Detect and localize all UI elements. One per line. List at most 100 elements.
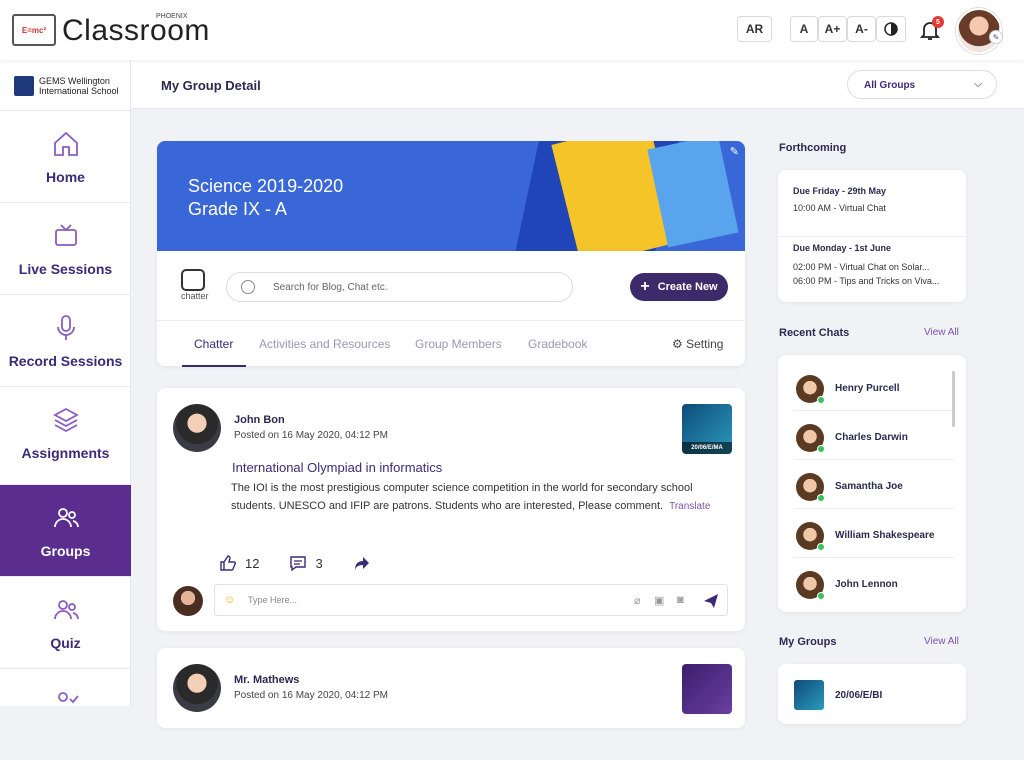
forthcoming-item[interactable]: 06:00 PM - Tips and Tricks on Viva...	[793, 276, 939, 286]
sidebar-item-home[interactable]: Home	[0, 110, 131, 202]
sidebar-item-groups[interactable]: Groups	[0, 484, 131, 576]
chat-item[interactable]: William Shakespeare	[794, 510, 954, 558]
recent-chats-card: Henry Purcell Charles Darwin Samantha Jo…	[778, 355, 966, 612]
like-icon[interactable]	[219, 554, 237, 572]
font-decrease-button[interactable]: A-	[847, 16, 876, 42]
page-header: My Group Detail All Groups ⌵	[131, 60, 1024, 109]
school-logo: GEMS Wellington International School	[14, 74, 124, 98]
tab-group-members[interactable]: Group Members	[415, 337, 502, 351]
top-bar: E=mc² Classroom PHOENIX AR A A+ A- 5 ✎	[0, 0, 1024, 60]
school-crest-icon	[14, 76, 34, 96]
sidebar-item-more[interactable]	[0, 668, 131, 760]
divider	[778, 236, 966, 237]
school-name-line2: International School	[39, 86, 119, 96]
my-groups-view-all-link[interactable]: View All	[924, 636, 959, 647]
online-status-dot	[817, 543, 825, 551]
forthcoming-item[interactable]: 10:00 AM - Virtual Chat	[793, 203, 886, 213]
post-author-name[interactable]: Mr. Mathews	[234, 674, 299, 686]
chat-contact-name: Samantha Joe	[835, 481, 903, 492]
chat-item[interactable]: Samantha Joe	[794, 461, 954, 509]
group-toolbar: chatter Search for Blog, Chat etc. + Cre…	[157, 251, 745, 367]
post-stats: 12 3	[219, 554, 371, 572]
sidebar-item-live-sessions[interactable]: Live Sessions	[0, 202, 131, 294]
setting-button[interactable]: ⚙ Setting	[672, 337, 723, 351]
post-date: Posted on 16 May 2020, 04:12 PM	[234, 430, 388, 441]
translate-link[interactable]: Translate	[669, 501, 710, 512]
chat-item[interactable]: Henry Purcell	[794, 363, 954, 411]
chat-list-scrollbar[interactable]	[952, 371, 955, 427]
chat-item[interactable]: John Lennon	[794, 559, 954, 607]
online-status-dot	[817, 396, 825, 404]
post-group-label: 20/06/E/MA	[682, 442, 732, 454]
my-groups-card: 20/06/E/BI	[778, 664, 966, 724]
post-card: John Bon Posted on 16 May 2020, 04:12 PM…	[157, 388, 745, 631]
chat-contact-name: Charles Darwin	[835, 432, 908, 443]
create-new-label: Create New	[657, 281, 718, 293]
chatter-icon[interactable]	[181, 269, 205, 291]
chat-contact-name: Henry Purcell	[835, 383, 900, 394]
chat-contact-name: John Lennon	[835, 579, 898, 590]
post-group-thumbnail[interactable]: 20/06/E/MA	[682, 404, 732, 454]
forthcoming-title: Forthcoming	[779, 142, 847, 154]
post-author-avatar[interactable]	[173, 404, 221, 452]
post-author-name[interactable]: John Bon	[234, 414, 285, 426]
send-icon[interactable]	[703, 593, 719, 609]
online-status-dot	[817, 592, 825, 600]
home-icon	[53, 131, 78, 156]
chat-item[interactable]: Charles Darwin	[794, 412, 954, 460]
users-icon	[53, 599, 79, 619]
language-button[interactable]: AR	[737, 16, 772, 42]
font-increase-button[interactable]: A+	[818, 16, 847, 42]
sidebar: GEMS Wellington International School Home…	[0, 60, 131, 706]
create-new-button[interactable]: + Create New	[630, 273, 728, 301]
tab-activities[interactable]: Activities and Resources	[259, 337, 390, 351]
emoji-icon[interactable]: ☺	[224, 594, 235, 606]
image-icon[interactable]: ▣	[654, 594, 664, 607]
sidebar-item-assignments[interactable]: Assignments	[0, 386, 131, 478]
online-status-dot	[817, 445, 825, 453]
app-logo-badge: PHOENIX	[156, 13, 188, 20]
sidebar-item-label: Home	[46, 168, 85, 185]
comment-placeholder: Type Here...	[248, 595, 298, 605]
forthcoming-item[interactable]: 02:00 PM - Virtual Chat on Solar...	[793, 262, 929, 272]
post-title[interactable]: International Olympiad in informatics	[232, 460, 442, 475]
chevron-down-icon: ⌵	[974, 79, 982, 90]
attachment-icon[interactable]: ⌀	[634, 594, 641, 607]
search-input[interactable]: Search for Blog, Chat etc.	[226, 272, 573, 302]
layers-icon	[52, 407, 79, 432]
group-name-item[interactable]: 20/06/E/BI	[835, 690, 882, 701]
edit-avatar-icon[interactable]: ✎	[989, 30, 1003, 44]
contrast-button[interactable]	[876, 16, 906, 42]
group-name: Science 2019-2020	[188, 176, 344, 196]
chat-contact-name: William Shakespeare	[835, 530, 935, 541]
setting-label: Setting	[686, 337, 724, 351]
group-select[interactable]: All Groups ⌵	[847, 70, 997, 99]
like-count: 12	[245, 555, 260, 571]
microphone-icon	[56, 314, 75, 340]
tab-gradebook[interactable]: Gradebook	[528, 337, 587, 351]
tab-chatter[interactable]: Chatter	[194, 337, 233, 351]
font-normal-button[interactable]: A	[790, 16, 818, 42]
recent-chats-view-all-link[interactable]: View All	[924, 327, 959, 338]
sidebar-item-label: Assignments	[21, 444, 110, 461]
forthcoming-card: Due Friday - 29th May 10:00 AM - Virtual…	[778, 170, 966, 302]
sidebar-item-label: Live Sessions	[18, 260, 113, 277]
search-icon	[241, 280, 255, 294]
plus-icon: +	[640, 278, 650, 295]
post-author-avatar[interactable]	[173, 664, 221, 712]
comment-input[interactable]: ☺ Type Here... ⌀ ▣ ◙	[214, 584, 728, 616]
contrast-icon	[884, 22, 898, 36]
group-banner: Science 2019-2020 Grade IX - A ✎	[157, 141, 745, 251]
edit-banner-icon[interactable]: ✎	[730, 145, 739, 158]
current-user-avatar	[173, 586, 203, 616]
logo-icon: E=mc²	[12, 14, 56, 46]
comment-count: 3	[315, 555, 323, 571]
due-heading: Due Friday - 29th May	[793, 186, 887, 196]
post-date: Posted on 16 May 2020, 04:12 PM	[234, 690, 388, 701]
post-group-thumbnail[interactable]	[682, 664, 732, 714]
camera-icon[interactable]: ◙	[677, 594, 684, 606]
comment-icon[interactable]	[289, 554, 307, 572]
share-icon[interactable]	[353, 554, 371, 572]
sidebar-item-quiz[interactable]: Quiz	[0, 576, 131, 668]
sidebar-item-record-sessions[interactable]: Record Sessions	[0, 294, 131, 386]
